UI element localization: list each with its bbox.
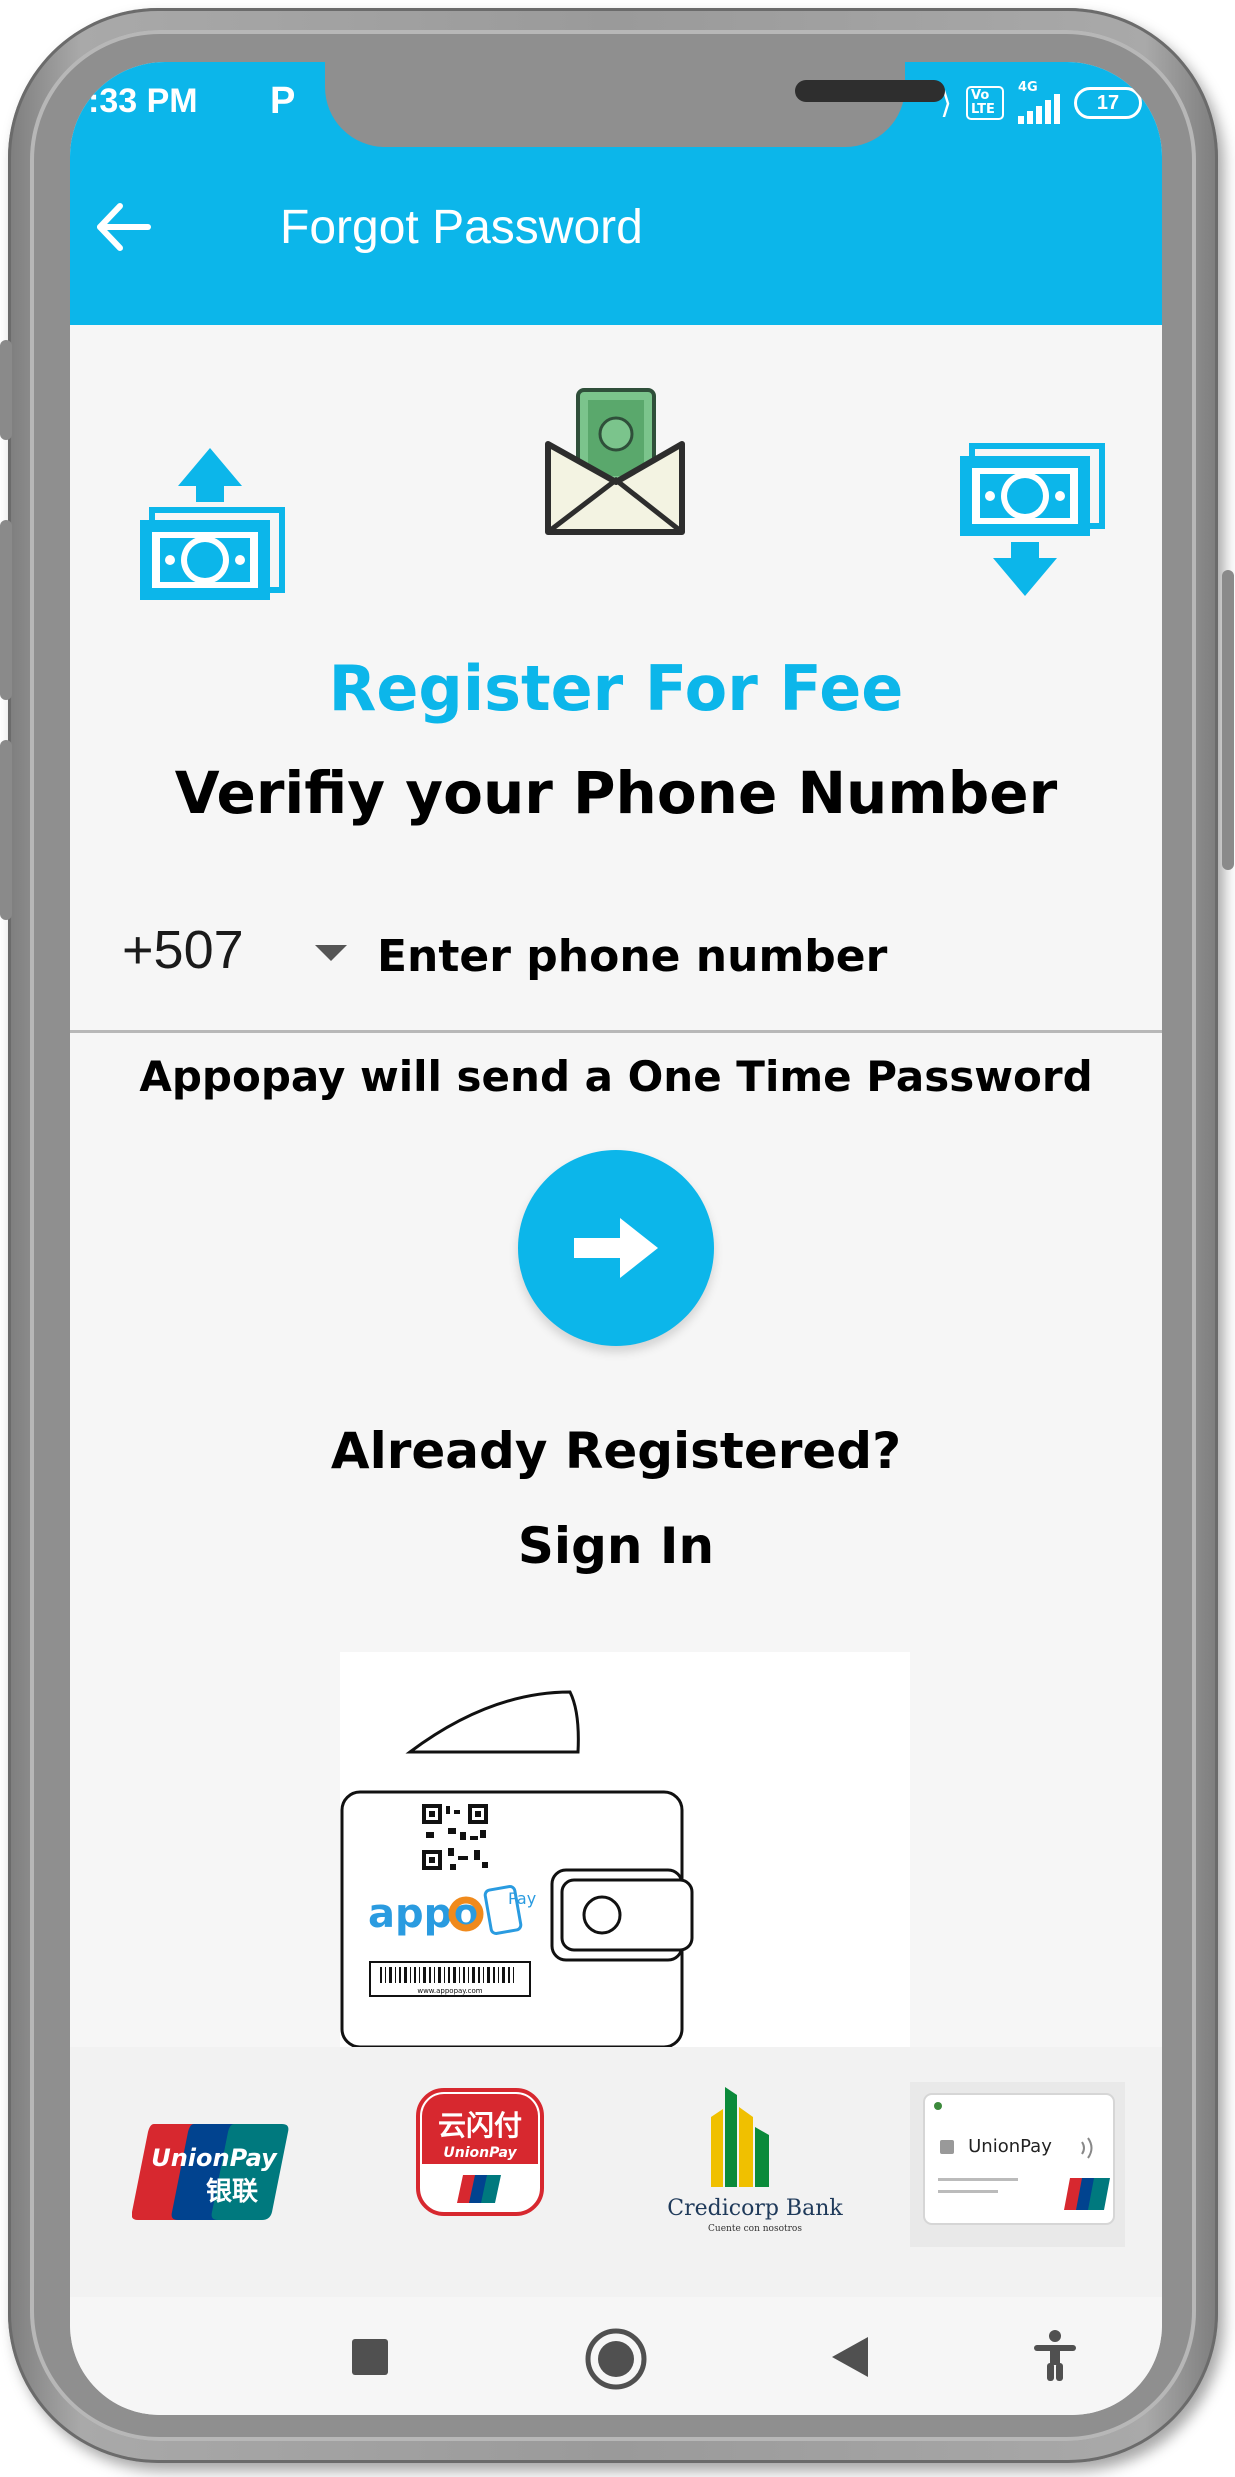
unionpay-card-icon: UnionPay (923, 2093, 1115, 2225)
register-heading: Register For Fee (328, 652, 904, 725)
back-nav-button[interactable] (830, 2335, 870, 2379)
arrow-left-icon (97, 203, 151, 251)
accessibility-button[interactable] (1030, 2329, 1080, 2383)
camera-notch (325, 62, 945, 147)
verify-subheading: Verifiy your Phone Number (174, 759, 1058, 827)
back-button[interactable] (90, 192, 170, 262)
system-nav-bar (70, 2297, 1162, 2415)
home-button[interactable] (584, 2327, 648, 2391)
side-button-left-1 (0, 340, 12, 440)
square-icon (352, 2339, 388, 2375)
cloud-quickpass-logo: 云闪付 UnionPay (416, 2088, 544, 2216)
phone-entry-row: +507 (70, 897, 1162, 1017)
country-code-select[interactable]: +507 (122, 919, 244, 981)
battery-icon: 17 (1074, 87, 1142, 119)
wallet-icon: appo Pay www.appopay.com (340, 1690, 694, 2049)
chevron-down-icon[interactable] (315, 945, 347, 961)
page-title: Forgot Password (280, 201, 643, 254)
signal-icon: 4G (1018, 80, 1060, 124)
unionpay-logo-sub: 银联 (206, 2177, 258, 2207)
cloud-quickpass-sub: UnionPay (443, 2145, 517, 2161)
accessibility-icon (1034, 2330, 1076, 2381)
credicorp-bank-slogan: Cuente con nosotros (708, 2224, 802, 2234)
speaker-grill (795, 80, 945, 102)
credicorp-bank-name: Credicorp Bank (667, 2196, 843, 2221)
partner-logos: UnionPay 银联 云闪付 UnionPay Credicorp Bank … (70, 2047, 1162, 2297)
side-button-left-3 (0, 740, 12, 920)
money-send-icon (140, 448, 285, 600)
otp-notice: Appopay will send a One Time Password (139, 1052, 1093, 1101)
qr-code (422, 1804, 488, 1870)
arrow-right-icon (574, 1218, 658, 1278)
status-time: :33 PM (88, 82, 198, 120)
recents-button[interactable] (350, 2337, 390, 2377)
unionpay-card-brand: UnionPay (968, 2136, 1052, 2157)
side-button-left-2 (0, 520, 12, 700)
sign-in-link[interactable]: Sign In (70, 1517, 1162, 1575)
screen: :33 PM P ⟩ Vo LTE 4G 17 Forgot Password (70, 62, 1162, 2415)
barcode-caption: www.appopay.com (417, 1987, 482, 1995)
next-button[interactable] (518, 1150, 714, 1346)
volte-icon: Vo LTE (966, 86, 1004, 120)
money-envelope-icon (545, 388, 685, 535)
money-receive-icon (960, 443, 1105, 596)
network-type: 4G (1018, 80, 1038, 95)
app-bar: Forgot Password (70, 142, 1162, 325)
p-notification-icon: P (270, 80, 296, 122)
wallet-illustration: appo Pay www.appopay.com (340, 1652, 910, 2052)
unionpay-card: UnionPay (910, 2082, 1125, 2247)
already-registered-text: Already Registered? (330, 1422, 902, 1480)
unionpay-logo: UnionPay 银联 (132, 2124, 289, 2220)
triangle-back-icon (832, 2337, 868, 2377)
pay-logo: Pay (508, 1889, 536, 1908)
side-button-right (1222, 570, 1234, 870)
cloud-quickpass-title: 云闪付 (438, 2109, 522, 2142)
phone-number-input[interactable] (375, 915, 1099, 997)
credicorp-bank-logo: Credicorp Bank Cuente con nosotros (667, 2087, 843, 2234)
input-underline (70, 1030, 1162, 1033)
status-icons: ⟩ Vo LTE 4G 17 (940, 80, 1142, 124)
unionpay-logo-text: UnionPay (151, 2144, 278, 2172)
